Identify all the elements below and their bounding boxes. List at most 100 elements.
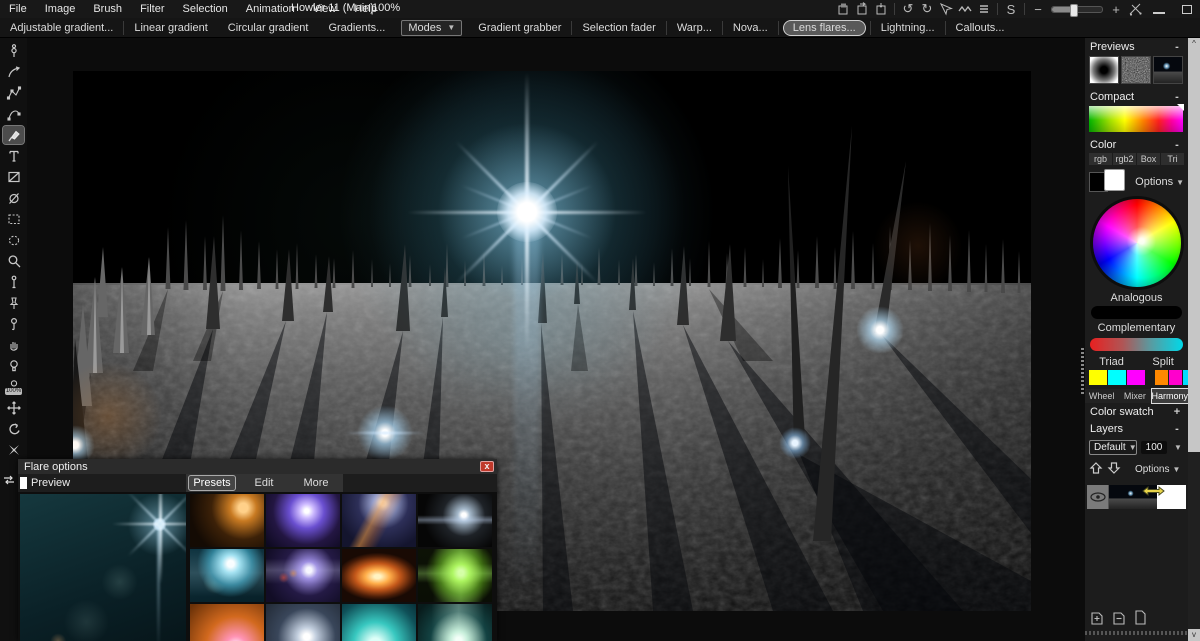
buffer-paste-icon[interactable] [872, 1, 890, 17]
layer-up-button[interactable] [1089, 461, 1103, 478]
scroll-up-button[interactable]: ^ [1188, 38, 1200, 50]
wave-icon[interactable] [956, 1, 974, 17]
curve-tool[interactable] [3, 105, 24, 123]
modes-dropdown[interactable]: Modes▼ [401, 20, 462, 36]
flare-preset[interactable] [266, 549, 340, 602]
knife-icon[interactable] [1126, 1, 1144, 17]
new-page-button[interactable] [1133, 608, 1148, 629]
tab-box[interactable]: Box [1137, 153, 1160, 165]
adjustable-gradient-button[interactable]: Adjustable gradient... [0, 22, 123, 34]
menu-brush[interactable]: Brush [84, 3, 131, 15]
swap-arrows-icon[interactable] [2, 474, 16, 489]
buffer-swap-icon[interactable] [853, 1, 871, 17]
buffer-copy-icon[interactable] [834, 1, 852, 17]
flare-preset[interactable] [418, 604, 492, 641]
gradient-grabber-button[interactable]: Gradient grabber [468, 22, 571, 34]
panel-resize-grip[interactable] [1081, 348, 1084, 396]
flare-preset[interactable] [342, 494, 416, 547]
selection-fader-button[interactable]: Selection fader [572, 22, 665, 34]
layer-visibility-toggle[interactable] [1087, 485, 1109, 509]
blend-mode-dropdown[interactable]: Default▼ [1089, 440, 1137, 455]
circular-gradient-button[interactable]: Circular gradient [218, 22, 319, 34]
zoom-slider[interactable] [1051, 6, 1103, 13]
callouts-button[interactable]: Callouts... [946, 22, 1015, 34]
zoom-tool[interactable] [3, 252, 24, 270]
lens-flares-button[interactable]: Lens flares... [783, 20, 866, 36]
undo-brush-tool[interactable] [3, 420, 24, 438]
layers-header[interactable]: Layers- [1085, 420, 1188, 437]
tab-mixer[interactable]: Mixer [1118, 389, 1151, 403]
layer-options-dropdown[interactable]: Options▼ [1135, 464, 1180, 475]
collapse-icon[interactable]: - [1172, 93, 1182, 102]
nova-button[interactable]: Nova... [723, 22, 778, 34]
zoom-slider-handle[interactable] [1070, 4, 1078, 17]
polyline-tool[interactable] [3, 84, 24, 102]
tab-more[interactable]: More [293, 476, 339, 490]
panel-scrollbar[interactable]: ^ v [1188, 38, 1200, 641]
ellipse-slash-tool[interactable] [3, 189, 24, 207]
redo-icon[interactable]: ↻ [918, 1, 936, 17]
airbrush-tool[interactable] [3, 42, 24, 60]
pan-hand-tool[interactable] [3, 336, 24, 354]
paint-brush-tool[interactable] [3, 126, 24, 144]
rect-select-tool[interactable] [3, 210, 24, 228]
bulb-tool[interactable] [3, 357, 24, 375]
flare-preset[interactable] [342, 604, 416, 641]
flare-preset[interactable] [418, 494, 492, 547]
color-header[interactable]: Color- [1085, 136, 1188, 153]
secondary-color-swatch[interactable] [1104, 169, 1125, 191]
pointer-a-icon[interactable] [937, 1, 955, 17]
zoom-out-button[interactable]: − [1029, 1, 1047, 17]
brush-preview-thumb[interactable] [1089, 56, 1119, 84]
flare-preset[interactable] [418, 549, 492, 602]
tab-rgb[interactable]: rgb [1089, 153, 1112, 165]
ellipse-select-tool[interactable] [3, 231, 24, 249]
flare-preset[interactable] [190, 549, 264, 602]
color-swatch-header[interactable]: Color swatch+ [1085, 403, 1188, 420]
analogous-bar[interactable] [1091, 306, 1182, 319]
layer-opacity-value[interactable]: 100 [1141, 441, 1167, 454]
zoom-100-tool[interactable]: 100% [3, 378, 24, 396]
flare-preset[interactable] [190, 494, 264, 547]
warp-button[interactable]: Warp... [667, 22, 722, 34]
texture-preview-thumb[interactable] [1121, 56, 1151, 84]
s-shape-icon[interactable]: S [1002, 1, 1020, 17]
pin-tool[interactable] [3, 273, 24, 291]
tab-edit[interactable]: Edit [241, 476, 287, 490]
tab-wheel[interactable]: Wheel [1085, 389, 1118, 403]
split-swatch[interactable] [1169, 370, 1182, 385]
zoom-in-button[interactable]: + [1107, 1, 1125, 17]
previews-header[interactable]: Previews- [1085, 38, 1188, 55]
lightning-button[interactable]: Lightning... [871, 22, 945, 34]
menu-selection[interactable]: Selection [174, 3, 237, 15]
tab-tri[interactable]: Tri [1161, 153, 1184, 165]
collapse-icon[interactable]: - [1172, 141, 1182, 150]
pushpin-tool[interactable] [3, 294, 24, 312]
flare-preset[interactable] [266, 494, 340, 547]
triad-swatch[interactable] [1108, 370, 1126, 385]
split-swatch[interactable] [1155, 370, 1168, 385]
menu-image[interactable]: Image [36, 3, 85, 15]
freehand-draw-tool[interactable] [3, 63, 24, 81]
tab-rgb2[interactable]: rgb2 [1113, 153, 1136, 165]
filled-shape-tool[interactable] [3, 168, 24, 186]
flare-preset[interactable] [266, 604, 340, 641]
tab-harmony[interactable]: Harmony [1152, 389, 1189, 403]
flare-large-preview[interactable] [20, 494, 186, 641]
scrollbar-thumb[interactable] [1188, 50, 1200, 452]
triad-swatch[interactable] [1127, 370, 1145, 385]
remove-layer-button[interactable] [1111, 608, 1128, 629]
flare-preset[interactable] [342, 549, 416, 602]
tab-presets[interactable]: Presets [189, 476, 235, 490]
image-preview-thumb[interactable] [1153, 56, 1183, 84]
layer-down-button[interactable] [1107, 461, 1121, 478]
complementary-bar[interactable] [1090, 338, 1183, 351]
restore-button[interactable] [1182, 5, 1192, 14]
add-layer-button[interactable] [1089, 608, 1106, 629]
linear-gradient-button[interactable]: Linear gradient [124, 22, 217, 34]
collapse-icon[interactable]: - [1172, 43, 1182, 52]
undo-icon[interactable]: ↺ [899, 1, 917, 17]
menu-filter[interactable]: Filter [131, 3, 173, 15]
menu-file[interactable]: File [0, 3, 36, 15]
clip-pin-tool[interactable] [3, 315, 24, 333]
